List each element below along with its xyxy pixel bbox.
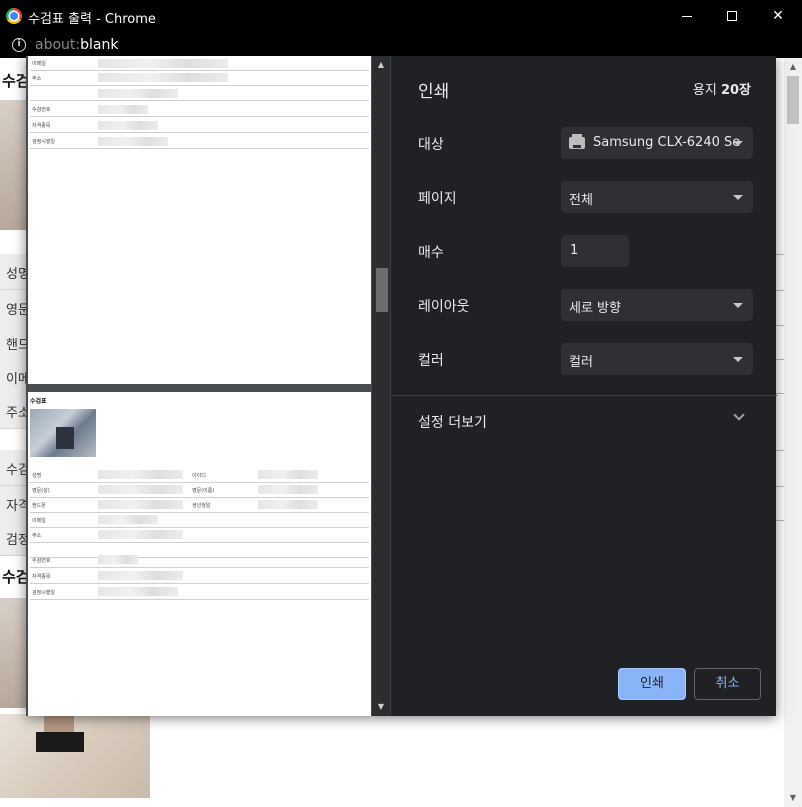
print-preview: 이메일 주소 수검번호 자격종목 검정시행일 수검표 성명 아이디 영문(성) 영문… — [26, 56, 390, 716]
close-icon: ✕ — [772, 8, 784, 24]
scrollbar-thumb[interactable] — [787, 76, 799, 124]
scroll-up-icon[interactable]: ▲ — [372, 58, 390, 72]
close-button[interactable]: ✕ — [755, 0, 801, 32]
scroll-up-icon[interactable]: ▲ — [784, 60, 802, 74]
sheet-count: 용지 20장 — [692, 83, 751, 98]
more-settings-toggle[interactable]: 설정 더보기 — [418, 412, 487, 432]
dropdown-caret-icon — [733, 357, 743, 362]
form-row: 수검번호 — [30, 102, 369, 117]
dialog-title: 인쇄 — [418, 82, 450, 102]
scroll-down-icon[interactable]: ▼ — [784, 791, 802, 805]
form-row: 이메일 — [30, 513, 369, 528]
form-row: 자격종목 — [30, 569, 369, 584]
photo-thumbnail — [30, 409, 96, 457]
layout-label: 레이아웃 — [418, 299, 470, 315]
destination-select[interactable]: Samsung CLX-6240 Se — [561, 127, 753, 159]
window-title: 수검표 출력 - Chrome — [28, 12, 156, 27]
copies-input[interactable]: 1 — [561, 235, 629, 267]
maximize-icon — [727, 11, 737, 21]
info-icon[interactable]: i — [12, 38, 26, 52]
address-bar: i about:blank — [0, 32, 802, 58]
form-row: 핸드폰 생년월일 — [30, 498, 369, 513]
pages-select[interactable]: 전체 — [561, 181, 753, 213]
preview-page: 수검표 성명 아이디 영문(성) 영문(이름) 핸드폰 생년월일 이메일 주소 수검번… — [28, 392, 371, 716]
printer-icon — [569, 133, 585, 149]
scrollbar-thumb[interactable] — [376, 268, 388, 312]
url-field[interactable]: about:blank — [35, 37, 118, 53]
maximize-button[interactable] — [709, 0, 755, 32]
window-titlebar: 수검표 출력 - Chrome ✕ — [0, 0, 802, 32]
destination-label: 대상 — [418, 137, 444, 153]
chevron-down-icon[interactable] — [733, 409, 745, 421]
cancel-button[interactable]: 취소 — [694, 668, 761, 700]
url-path: blank — [80, 37, 119, 53]
chrome-logo-icon — [6, 8, 22, 24]
sheet-title: 수검표 — [30, 398, 47, 405]
preview-page: 이메일 주소 수검번호 자격종목 검정시행일 — [28, 56, 371, 384]
form-row: 주소 — [30, 528, 369, 543]
dropdown-caret-icon — [733, 141, 743, 146]
layout-select[interactable]: 세로 방향 — [561, 289, 753, 321]
form-row — [30, 86, 369, 101]
minimize-button[interactable] — [664, 0, 710, 32]
dropdown-caret-icon — [733, 195, 743, 200]
form-row: 검정시행일 — [30, 585, 369, 600]
dropdown-caret-icon — [733, 303, 743, 308]
url-scheme: about: — [35, 37, 81, 53]
form-row: 영문(성) 영문(이름) — [30, 483, 369, 498]
form-row: 검정시행일 — [30, 134, 369, 149]
print-dialog: 이메일 주소 수검번호 자격종목 검정시행일 수검표 성명 아이디 영문(성) 영문… — [26, 56, 777, 716]
copies-label: 매수 — [418, 245, 444, 261]
photo-image — [0, 714, 150, 798]
pages-label: 페이지 — [418, 191, 457, 207]
minimize-icon — [682, 15, 692, 17]
form-row: 자격종목 — [30, 118, 369, 133]
preview-scrollbar[interactable]: ▲ ▼ — [372, 56, 390, 716]
color-label: 컬러 — [418, 353, 444, 369]
form-row: 성명 아이디 — [30, 468, 369, 483]
form-row: 수검번호 — [30, 553, 369, 568]
page-scrollbar[interactable]: ▲ ▼ — [784, 58, 802, 807]
scroll-down-icon[interactable]: ▼ — [372, 700, 390, 714]
divider — [391, 395, 777, 396]
print-settings-panel: 인쇄 용지 20장 대상 Samsung CLX-6240 Se 페이지 전체 … — [390, 56, 777, 716]
print-button[interactable]: 인쇄 — [618, 668, 686, 700]
color-select[interactable]: 컬러 — [561, 343, 753, 375]
